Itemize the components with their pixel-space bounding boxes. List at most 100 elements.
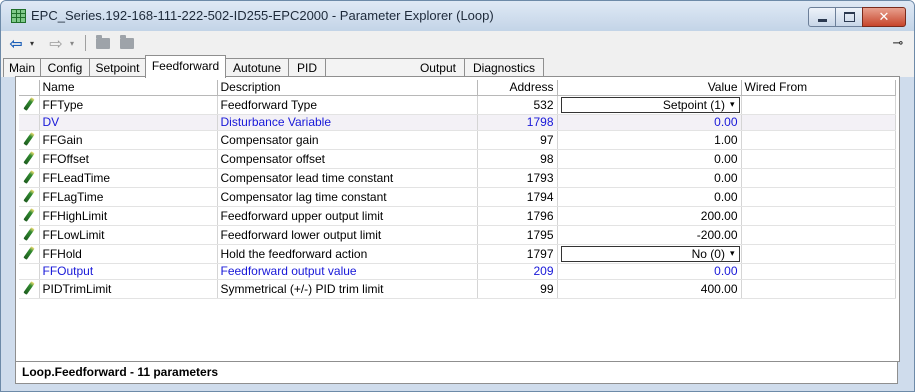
pencil-icon (23, 169, 35, 184)
tab-strip: Main Config Setpoint Feedforward Autotun… (1, 55, 914, 78)
parameter-value-cell[interactable]: 0.00 (557, 168, 742, 188)
parameter-name: FFOutput (39, 263, 218, 280)
value-text: -200.00 (696, 227, 738, 242)
toolbar-separator (85, 35, 86, 51)
parameter-description: Compensator lead time constant (217, 168, 478, 188)
parameter-explorer-window: EPC_Series.192-168-111-222-502-ID255-EPC… (0, 0, 915, 392)
folder-icon (120, 34, 134, 49)
value-text: 0.00 (714, 189, 738, 204)
wired-from-cell[interactable] (741, 244, 896, 264)
wired-from-cell[interactable] (741, 149, 896, 169)
wired-from-cell[interactable] (741, 206, 896, 226)
edit-cell (19, 168, 40, 188)
back-arrow-icon[interactable]: ⇦ (7, 34, 25, 53)
table-header-row: Name Description Address Value Wired Fro… (19, 80, 896, 96)
back-history-dropdown-icon[interactable]: ▾ (27, 34, 37, 52)
title-bar[interactable]: EPC_Series.192-168-111-222-502-ID255-EPC… (1, 1, 914, 31)
parameter-value-cell[interactable]: -200.00 (557, 225, 742, 245)
pencil-icon (23, 245, 35, 260)
table-row[interactable]: FFHighLimit Feedforward upper output limi… (19, 206, 896, 226)
name-column-header[interactable]: Name (39, 80, 218, 96)
parameter-name: FFLowLimit (39, 225, 218, 245)
status-bar: Loop.Feedforward - 11 parameters (15, 361, 898, 384)
table-row[interactable]: FFOffset Compensator offset 98 0.00 (19, 149, 896, 169)
pencil-icon (23, 150, 35, 165)
toolbar: ⇦ ▾ ⇨ ▾ ⊸ (1, 31, 914, 55)
parameter-value-cell[interactable]: Setpoint (1) ▾ (557, 95, 742, 115)
table-row[interactable]: FFGain Compensator gain 97 1.00 (19, 130, 896, 150)
parameter-value-cell[interactable]: No (0) ▾ (557, 244, 742, 264)
parameter-value-cell[interactable]: 0.00 (557, 187, 742, 207)
wired-from-column-header[interactable]: Wired From (741, 80, 896, 96)
table-row[interactable]: PIDTrimLimit Symmetrical (+/-) PID trim l… (19, 279, 896, 299)
wired-from-cell[interactable] (741, 114, 896, 131)
parameter-name: FFHold (39, 244, 218, 264)
table-row[interactable]: FFType Feedforward Type 532 Setpoint (1) ▾ (19, 95, 896, 115)
value-dropdown[interactable]: No (0) ▾ (560, 245, 740, 262)
window-controls: ✕ (808, 7, 906, 27)
parameter-value-cell[interactable]: 400.00 (557, 279, 742, 299)
wired-from-cell[interactable] (741, 95, 896, 115)
edit-cell (19, 130, 40, 150)
chevron-down-icon[interactable]: ▾ (730, 249, 735, 259)
tab-feedforward[interactable]: Feedforward (145, 55, 226, 78)
wired-from-cell[interactable] (741, 168, 896, 188)
edit-cell (19, 263, 40, 280)
value-column-header[interactable]: Value (557, 80, 742, 96)
tab-main[interactable]: Main (3, 58, 41, 77)
edit-cell (19, 279, 40, 299)
parameter-address: 1798 (477, 114, 558, 131)
wired-from-cell[interactable] (741, 225, 896, 245)
pin-icon[interactable]: ⊸ (890, 34, 906, 52)
forward-history-dropdown-icon[interactable]: ▾ (67, 34, 77, 52)
chevron-down-icon[interactable]: ▾ (730, 100, 735, 110)
tab-output[interactable]: Output (325, 58, 465, 77)
wired-from-cell[interactable] (741, 279, 896, 299)
table-app-icon (11, 9, 26, 23)
open-folder-button[interactable] (94, 34, 112, 52)
forward-arrow-icon[interactable]: ⇨ (47, 34, 65, 53)
parameter-table: Name Description Address Value Wired Fro… (19, 80, 896, 299)
edit-column-header[interactable] (19, 80, 40, 96)
table-row[interactable]: FFHold Hold the feedforward action 1797 No … (19, 244, 896, 264)
tab-diagnostics[interactable]: Diagnostics (464, 58, 544, 77)
edit-cell (19, 149, 40, 169)
tab-config[interactable]: Config (40, 58, 90, 77)
tab-autotune[interactable]: Autotune (225, 58, 289, 77)
description-column-header[interactable]: Description (217, 80, 478, 96)
tab-setpoint[interactable]: Setpoint (89, 58, 146, 77)
browse-folder-button[interactable] (118, 34, 136, 52)
close-button[interactable]: ✕ (862, 7, 906, 27)
parameter-name: FFType (39, 95, 218, 115)
parameter-description: Feedforward upper output limit (217, 206, 478, 226)
table-row[interactable]: DV Disturbance Variable 1798 0.00 (19, 114, 896, 131)
maximize-button[interactable] (835, 7, 863, 27)
table-row[interactable]: FFLowLimit Feedforward lower output limit… (19, 225, 896, 245)
parameter-name: FFHighLimit (39, 206, 218, 226)
wired-from-cell[interactable] (741, 187, 896, 207)
parameter-value-cell[interactable]: 1.00 (557, 130, 742, 150)
minimize-button[interactable] (808, 7, 836, 27)
parameter-description: Compensator gain (217, 130, 478, 150)
close-icon: ✕ (878, 9, 890, 25)
tab-pid[interactable]: PID (288, 58, 326, 77)
wired-from-cell[interactable] (741, 130, 896, 150)
wired-from-cell[interactable] (741, 263, 896, 280)
table-row[interactable]: FFLagTime Compensator lag time constant 17… (19, 187, 896, 207)
table-row[interactable]: FFLeadTime Compensator lead time constant… (19, 168, 896, 188)
table-row[interactable]: FFOutput Feedforward output value 209 0.00 (19, 263, 896, 280)
pencil-icon (23, 96, 35, 111)
parameter-value-cell[interactable]: 0.00 (557, 149, 742, 169)
parameter-name: FFGain (39, 130, 218, 150)
parameter-description: Hold the feedforward action (217, 244, 478, 264)
edit-cell (19, 114, 40, 131)
parameter-description: Symmetrical (+/-) PID trim limit (217, 279, 478, 299)
parameter-address: 1796 (477, 206, 558, 226)
address-column-header[interactable]: Address (477, 80, 558, 96)
value-text: No (0) (691, 246, 725, 261)
value-dropdown[interactable]: Setpoint (1) ▾ (560, 96, 740, 113)
parameter-description: Disturbance Variable (217, 114, 478, 131)
edit-cell (19, 206, 40, 226)
parameter-value-cell[interactable]: 200.00 (557, 206, 742, 226)
parameter-address: 98 (477, 149, 558, 169)
